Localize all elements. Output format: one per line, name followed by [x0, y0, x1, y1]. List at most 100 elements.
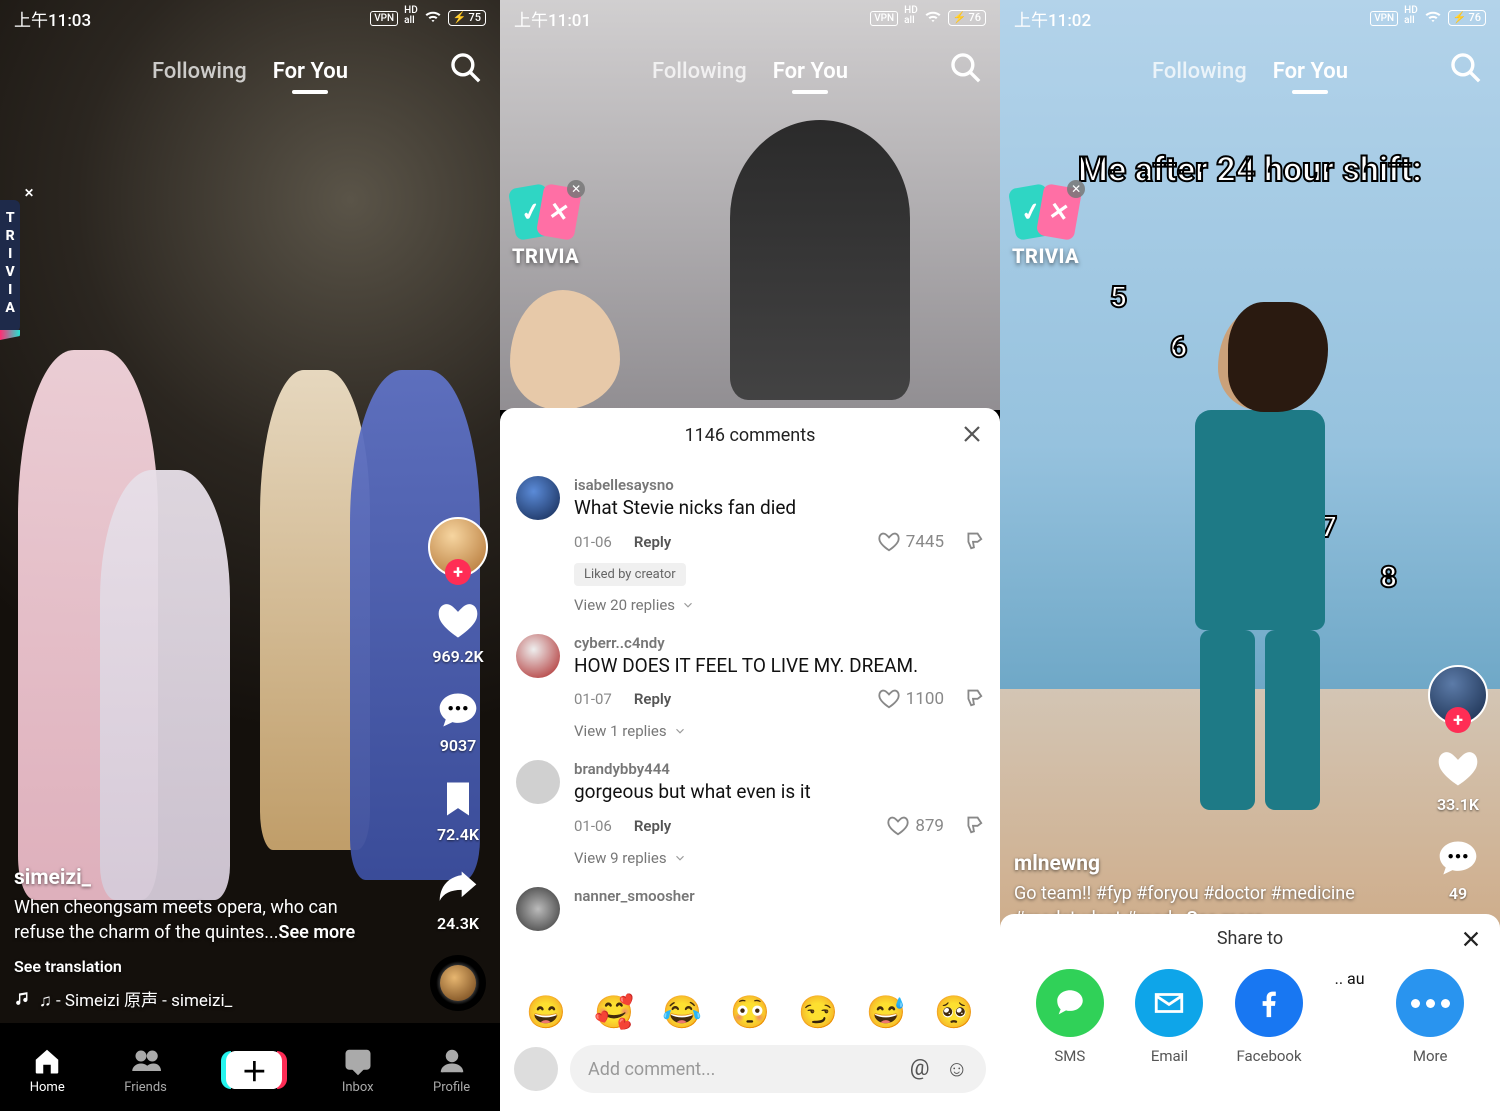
self-avatar[interactable]	[514, 1047, 558, 1091]
reply-button[interactable]: Reply	[634, 690, 671, 708]
tab-following[interactable]: Following	[152, 59, 247, 84]
like-button[interactable]: 33.1K	[1436, 747, 1480, 814]
search-button[interactable]	[948, 50, 982, 88]
status-bar: 上午11:01 VPN HDall ⚡76	[500, 0, 1000, 36]
top-nav: Following For You	[500, 40, 1000, 102]
vpn-indicator: VPN	[870, 11, 898, 26]
tab-following[interactable]: Following	[1152, 59, 1247, 84]
author-username[interactable]: mlnewng	[1014, 852, 1390, 876]
follow-plus-icon[interactable]: +	[1445, 707, 1471, 733]
sound-disc[interactable]	[430, 955, 486, 1011]
follow-plus-icon[interactable]: +	[445, 559, 471, 585]
nav-home[interactable]: Home	[30, 1046, 65, 1095]
share-row: SMS Email Facebook.. auMore	[1000, 963, 1500, 1071]
share-email[interactable]: Email	[1135, 969, 1203, 1065]
comment-text: HOW DOES IT FEEL TO LIVE MY. DREAM.	[574, 654, 984, 679]
comment-text: What Stevie nicks fan died	[574, 496, 984, 521]
view-replies[interactable]: View 9 replies	[574, 849, 984, 867]
emoji-option[interactable]: 😳	[730, 993, 770, 1031]
view-replies[interactable]: View 20 replies	[574, 596, 984, 614]
comments-list[interactable]: isabellesaysno What Stevie nicks fan die…	[500, 462, 1000, 983]
search-button[interactable]	[448, 50, 482, 88]
reply-button[interactable]: Reply	[634, 817, 671, 835]
commenter-avatar[interactable]	[516, 760, 560, 804]
save-button[interactable]: 72.4K	[436, 777, 480, 844]
top-nav: Following For You	[0, 40, 500, 102]
see-translation[interactable]: See translation	[14, 957, 380, 976]
dislike-comment-button[interactable]	[962, 686, 984, 712]
liked-by-creator-badge: Liked by creator	[574, 563, 686, 586]
dislike-comment-button[interactable]	[962, 813, 984, 839]
tab-for-you[interactable]: For You	[773, 59, 848, 84]
like-comment-button[interactable]: 7445	[878, 531, 944, 553]
close-share-button[interactable]	[1460, 928, 1482, 955]
comments-header: 1146 comments	[500, 408, 1000, 462]
emoji-icon[interactable]: ☺	[946, 1056, 968, 1082]
comment-text: gorgeous but what even is it	[574, 780, 984, 805]
commenter-name[interactable]: brandybby444	[574, 760, 984, 778]
commenter-avatar[interactable]	[516, 634, 560, 678]
close-comments-button[interactable]	[960, 422, 984, 451]
emoji-option[interactable]: 🥺	[934, 993, 974, 1031]
comment-button[interactable]: 49	[1436, 836, 1480, 903]
like-button[interactable]: 969.2K	[432, 599, 483, 666]
reply-button[interactable]: Reply	[634, 533, 671, 551]
wifi-icon	[1424, 9, 1442, 27]
status-bar: 上午11:03 VPN HDall ⚡75	[0, 0, 500, 36]
commenter-name[interactable]: cyberr..c4ndy	[574, 634, 984, 652]
hd-indicator: HDall	[1404, 6, 1418, 26]
tab-for-you[interactable]: For You	[273, 59, 348, 84]
nav-create[interactable]: ＋	[226, 1051, 282, 1089]
nav-friends[interactable]: Friends	[124, 1046, 167, 1095]
dislike-comment-button[interactable]	[962, 529, 984, 555]
author-username[interactable]: simeizi_	[14, 866, 380, 890]
see-more[interactable]: See more	[278, 922, 355, 943]
close-icon[interactable]: ✕	[22, 186, 36, 202]
commenter-name[interactable]: isabellesaysno	[574, 476, 984, 494]
emoji-option[interactable]: 😅	[866, 993, 906, 1031]
share-facebook[interactable]: Facebook	[1235, 969, 1303, 1065]
view-replies[interactable]: View 1 replies	[574, 722, 984, 740]
emoji-option[interactable]: 😂	[662, 993, 702, 1031]
nav-profile[interactable]: Profile	[433, 1046, 470, 1095]
like-comment-button[interactable]: 879	[887, 815, 944, 837]
share-more[interactable]: More	[1396, 969, 1464, 1065]
comments-count: 1146 comments	[685, 425, 816, 446]
like-comment-button[interactable]: 1100	[878, 688, 944, 710]
figure-placeholder	[730, 120, 910, 400]
mention-icon[interactable]: @	[910, 1056, 930, 1082]
comment-item: nanner_smoosher	[516, 873, 984, 937]
tab-for-you[interactable]: For You	[1273, 59, 1348, 84]
commenter-name[interactable]: nanner_smoosher	[574, 887, 984, 905]
comment-button[interactable]: 9037	[436, 688, 480, 755]
commenter-avatar[interactable]	[516, 476, 560, 520]
commenter-avatar[interactable]	[516, 887, 560, 931]
trivia-side-tab[interactable]: ✕ TRIVIA	[0, 200, 20, 332]
status-time: 上午11:02	[1014, 6, 1091, 31]
hd-indicator: HDall	[404, 6, 418, 26]
share-sms[interactable]: SMS	[1036, 969, 1104, 1065]
emoji-option[interactable]: 😄	[526, 993, 566, 1031]
trivia-badge[interactable]: ✓ ✕ ✕ TRIVIA	[1012, 186, 1079, 268]
add-comment-input[interactable]: Add comment... @☺	[570, 1045, 986, 1093]
status-time: 上午11:03	[14, 6, 91, 31]
author-avatar[interactable]: +	[428, 517, 488, 577]
music-info[interactable]: ♫ - Simeizi 原声 - simeizi_	[14, 986, 380, 1011]
emoji-quick-row: 😄 🥰 😂 😳 😏 😅 🥺	[500, 983, 1000, 1039]
caption-text[interactable]: When cheongsam meets opera, who can refu…	[14, 896, 380, 945]
wifi-icon	[424, 9, 442, 27]
vpn-indicator: VPN	[1370, 11, 1398, 26]
emoji-option[interactable]: 😏	[798, 993, 838, 1031]
search-button[interactable]	[1448, 50, 1482, 88]
share-button[interactable]: 24.3K	[436, 866, 480, 933]
emoji-option[interactable]: 🥰	[594, 993, 634, 1031]
share-title: Share to	[1217, 928, 1283, 949]
feed-tabs: Following For You	[1152, 59, 1348, 84]
comments-panel: 1146 comments isabellesaysno What Stevie…	[500, 408, 1000, 1111]
nav-inbox[interactable]: Inbox	[342, 1046, 374, 1095]
author-avatar[interactable]: +	[1428, 665, 1488, 725]
feed-tabs: Following For You	[152, 59, 348, 84]
trivia-badge[interactable]: ✓ ✕ ✕ TRIVIA	[512, 186, 579, 268]
feed-tabs: Following For You	[652, 59, 848, 84]
tab-following[interactable]: Following	[652, 59, 747, 84]
